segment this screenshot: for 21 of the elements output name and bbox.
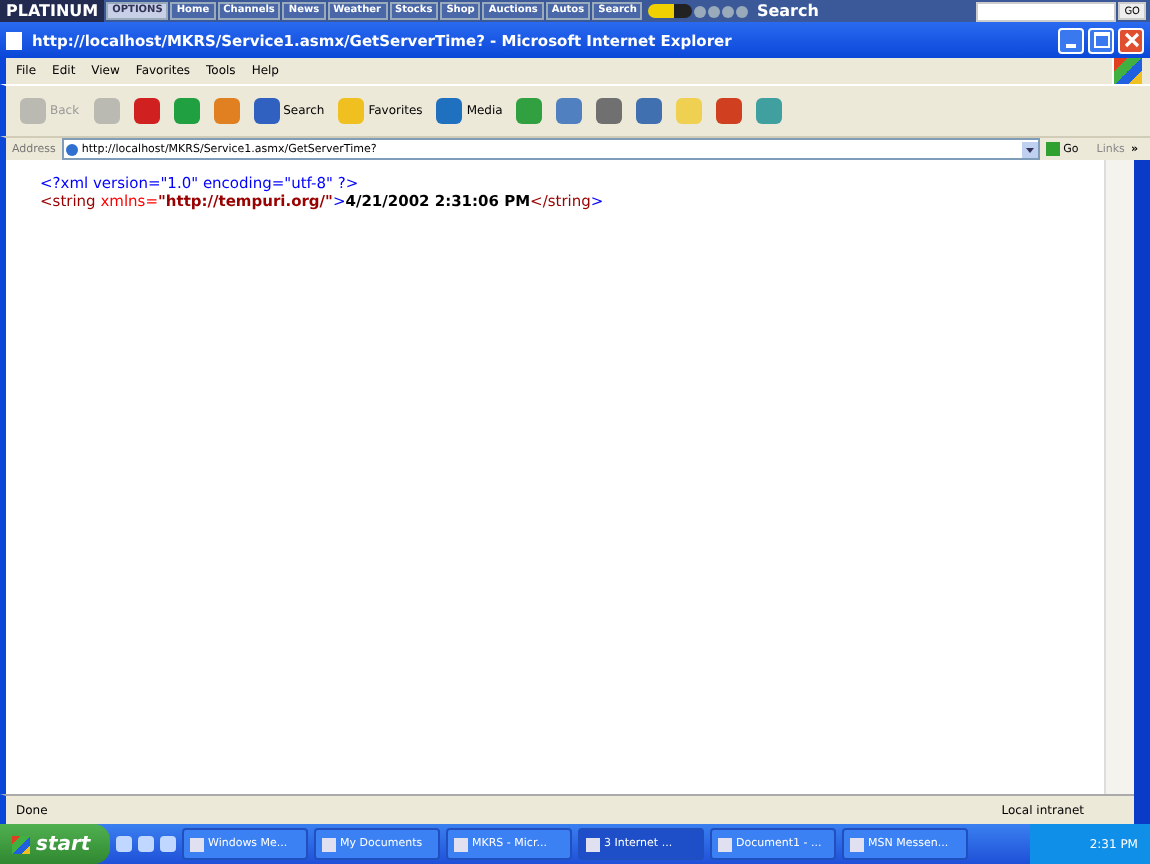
toolbar-button[interactable] [169,98,204,124]
toolbar-button[interactable] [632,98,667,124]
minimize-button[interactable] [1058,27,1084,53]
toolbar-button[interactable] [512,98,547,124]
scrollbar[interactable] [1104,160,1134,794]
start-button[interactable]: start [0,824,110,864]
logo: PLATINUM [0,0,105,22]
maximize-button[interactable] [1088,27,1114,53]
search-field[interactable] [976,1,1117,21]
close-button[interactable] [1118,27,1144,53]
toolbar-button[interactable] [552,98,587,124]
toolbar-button[interactable] [592,98,627,124]
toolbar-button[interactable] [712,98,747,124]
nav-dots-icon[interactable] [694,5,749,17]
toolbar-button[interactable] [209,98,244,124]
search-label: Search [756,2,819,20]
toolbar-button[interactable] [129,98,164,124]
toolbar-button[interactable] [752,98,787,124]
page-icon [6,31,22,49]
toggle-icon[interactable] [648,4,693,18]
dropdown-arrow-icon[interactable] [1021,141,1038,157]
